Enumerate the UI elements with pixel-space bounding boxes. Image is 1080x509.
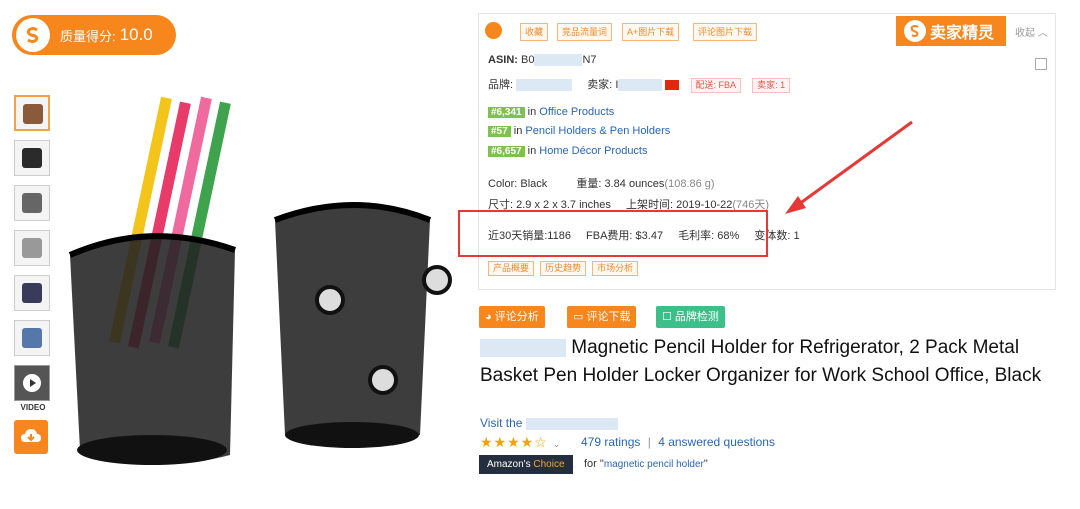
- asin-redacted: [534, 54, 583, 67]
- competitor-keywords-button[interactable]: 竞品流量词: [557, 23, 613, 41]
- seller-label: 卖家:: [587, 79, 613, 91]
- tab-history-trend[interactable]: 历史趋势: [540, 261, 587, 276]
- product-title: Magnetic Pencil Holder for Refrigerator,…: [480, 334, 1050, 390]
- asin-suffix: N7: [582, 54, 597, 66]
- variants-value: 1: [793, 230, 800, 242]
- ratings-link[interactable]: 479 ratings: [581, 435, 640, 449]
- product-image: [68, 96, 452, 465]
- china-flag-icon: [665, 80, 680, 91]
- quality-score-badge[interactable]: 质量得分: 10.0: [12, 15, 176, 55]
- sales-highlight-box: [458, 210, 768, 257]
- tab-market-analysis[interactable]: 市场分析: [592, 261, 639, 276]
- rank-number: #6,341: [488, 107, 525, 118]
- thumbnail-strip: VIDEO: [14, 95, 52, 412]
- rank-number: #57: [488, 126, 511, 137]
- review-download-label: 评论下载: [586, 311, 631, 323]
- rank-category-link[interactable]: Office Products: [539, 106, 614, 118]
- ratings-separator: |: [647, 435, 651, 449]
- brand-check-button[interactable]: ☐ 品牌检测: [656, 306, 725, 328]
- favorite-button[interactable]: 收藏: [520, 23, 549, 41]
- rank-in: in: [527, 106, 537, 118]
- amazons-choice-badge: Amazon's Choice: [479, 455, 573, 474]
- video-play-icon: [23, 374, 41, 392]
- visit-label: Visit the: [480, 416, 523, 430]
- color-value: Color: Black: [488, 178, 548, 190]
- title-redacted: [480, 338, 566, 357]
- score-value: 10.0: [119, 25, 153, 44]
- rank-row-2: #57 in Pencil Holders & Pen Holders: [488, 125, 670, 137]
- weight-label: 重量:: [576, 178, 602, 190]
- rank-category-link[interactable]: Home Décor Products: [539, 145, 647, 157]
- weight-value: 3.84 ounces: [604, 178, 665, 190]
- thumbnail-6[interactable]: [14, 320, 50, 356]
- choice-prefix: Amazon's: [487, 459, 531, 470]
- choice-close-quote: ": [703, 458, 708, 470]
- rank-category-link[interactable]: Pencil Holders & Pen Holders: [525, 125, 670, 137]
- questions-link[interactable]: 4 answered questions: [658, 435, 775, 449]
- download-cloud-button[interactable]: [14, 420, 48, 454]
- choice-for-label: for ": [584, 458, 604, 470]
- brand-label: 品牌:: [488, 79, 514, 91]
- sellersprite-logo-icon: [16, 18, 50, 52]
- thumbnail-2[interactable]: [14, 140, 50, 176]
- aplus-image-download-button[interactable]: A+图片下载: [622, 23, 680, 41]
- choice-word: Choice: [533, 459, 565, 470]
- rank-row-3: #6,657 in Home Décor Products: [488, 145, 648, 157]
- sellersprite-small-logo-icon: [485, 22, 502, 39]
- fulfillment-tag: 配送: FBA: [690, 78, 742, 93]
- panel-toolbar: 收藏 竞品流量词 A+图片下载 评论图片下载 卖家精灵 收起 ︿: [479, 14, 1055, 48]
- rank-row-1: #6,341 in Office Products: [488, 106, 614, 118]
- video-label: VIDEO: [20, 403, 46, 412]
- visit-store-link[interactable]: Visit the: [480, 416, 618, 430]
- sellers-count-tag: 卖家: 1: [752, 78, 791, 93]
- asin-row: ASIN: B0 N7: [488, 54, 597, 67]
- brand-name: 卖家精灵: [930, 25, 995, 42]
- review-download-button[interactable]: ▭ 评论下载: [567, 306, 637, 328]
- pencil-holder-right: [273, 202, 452, 448]
- thumbnail-3[interactable]: [14, 185, 50, 221]
- ratings-row: 479 ratings | 4 answered questions: [581, 435, 775, 449]
- star-rating[interactable]: ★★★★☆ ⌄: [480, 434, 561, 451]
- choice-keyword-row: for "magnetic pencil holder": [584, 458, 708, 470]
- brand-redacted: [516, 79, 573, 92]
- chevron-down-icon: ⌄: [552, 439, 562, 449]
- rank-in: in: [513, 125, 523, 137]
- sellersprite-brand: 卖家精灵: [896, 16, 1006, 46]
- tab-product-overview[interactable]: 产品概要: [488, 261, 535, 276]
- asin-prefix: B0: [521, 54, 535, 66]
- review-analysis-label: 评论分析: [494, 311, 539, 323]
- store-redacted: [525, 417, 618, 430]
- review-image-download-button[interactable]: 评论图片下载: [693, 23, 758, 41]
- review-analysis-button[interactable]: ◕ 评论分析: [479, 306, 545, 328]
- collapse-button[interactable]: 收起 ︿: [1015, 24, 1048, 39]
- score-label: 质量得分:: [60, 28, 116, 44]
- weight-grams: (108.86 g): [664, 178, 715, 190]
- brand-check-label: 品牌检测: [674, 311, 719, 323]
- expand-icon[interactable]: [1035, 58, 1047, 70]
- rank-number: #6,657: [488, 146, 525, 157]
- brand-seller-row: 品牌: 卖家: I 配送: FBA 卖家: 1: [488, 76, 791, 93]
- thumbnail-1[interactable]: [14, 95, 50, 131]
- asin-label: ASIN:: [488, 54, 518, 66]
- color-weight-row: Color: Black 重量: 3.84 ounces(108.86 g): [488, 175, 715, 191]
- video-thumbnail[interactable]: [14, 365, 50, 401]
- download-cloud-icon: [21, 429, 41, 442]
- choice-keyword-link[interactable]: magnetic pencil holder: [604, 459, 704, 470]
- thumbnail-5[interactable]: [14, 275, 50, 311]
- sellersprite-brand-logo-icon: [904, 20, 926, 42]
- seller-redacted: [618, 79, 663, 92]
- stars-icon: ★★★★☆: [480, 434, 548, 450]
- sub-tabs: 产品概要 历史趋势 市场分析: [488, 261, 639, 276]
- rank-in: in: [527, 145, 537, 157]
- pencil-holder-left: [68, 96, 236, 465]
- thumbnail-4[interactable]: [14, 230, 50, 266]
